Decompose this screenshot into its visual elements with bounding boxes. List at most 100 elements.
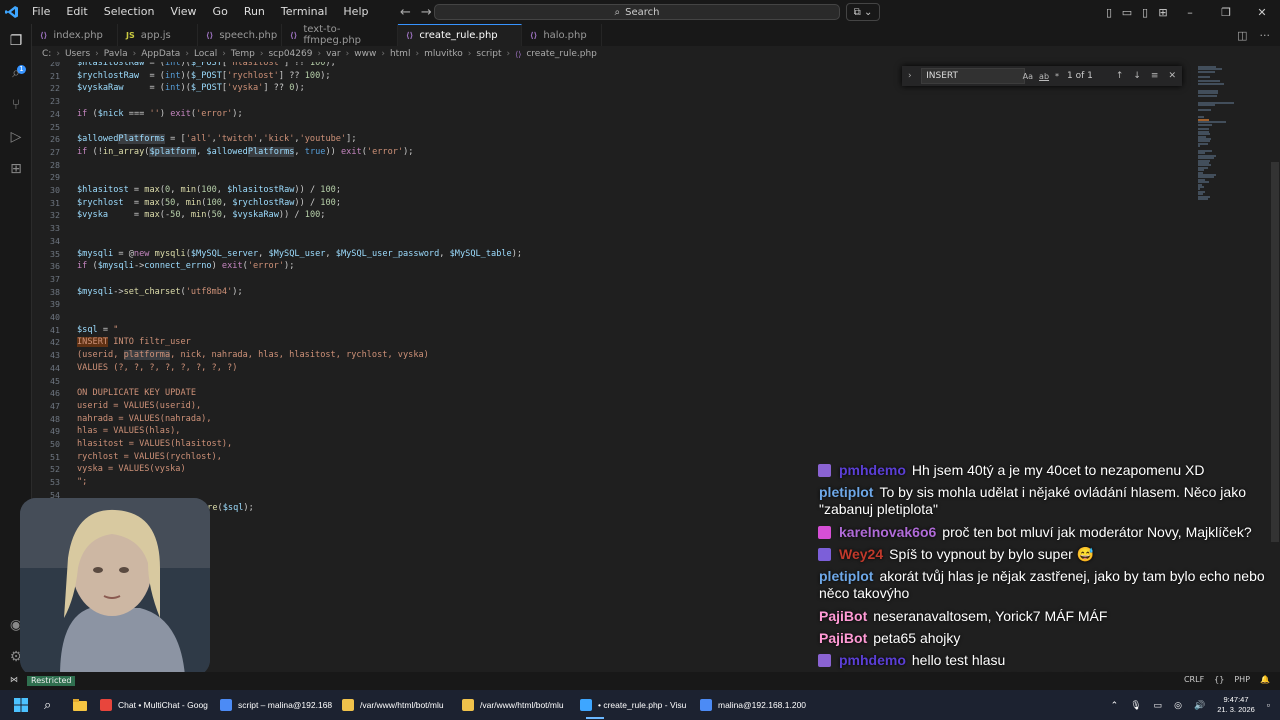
menu-help[interactable]: Help xyxy=(335,0,376,24)
code-line[interactable]: 44 VALUES (?, ?, ?, ?, ?, ?, ?, ?) xyxy=(32,363,932,376)
code-line[interactable]: 52 vyska = VALUES(vyska) xyxy=(32,464,932,477)
menu-selection[interactable]: Selection xyxy=(96,0,163,24)
volume-icon[interactable]: 🔊 xyxy=(1194,700,1205,711)
code-line[interactable]: 20 $hlasitostRaw = (int)($_POST['hlasitos… xyxy=(32,62,932,71)
breadcrumb-item[interactable]: Pavla xyxy=(104,49,128,59)
language-mode[interactable]: PHP xyxy=(1234,675,1250,684)
code-line[interactable]: 41 $sql = " xyxy=(32,325,932,338)
code-line[interactable]: 38 $mysqli->set_charset('utf8mb4'); xyxy=(32,287,932,300)
code-line[interactable]: 34 xyxy=(32,236,932,249)
tab-text-to-ffmpeg-php[interactable]: ⟨⟩ text-to-ffmpeg.php xyxy=(282,24,398,46)
command-center-search[interactable]: ⌕ Search xyxy=(434,4,840,20)
code-line[interactable]: 45 xyxy=(32,376,932,389)
match-whole-word-icon[interactable]: ab xyxy=(1039,72,1049,81)
breadcrumb-item[interactable]: Temp xyxy=(231,49,255,59)
breadcrumb-item[interactable]: html xyxy=(390,49,411,59)
code-line[interactable]: 21 $rychlostRaw = (int)($_POST['rychlost'… xyxy=(32,71,932,84)
microphone-icon[interactable]: 🎙 xyxy=(1130,700,1141,711)
toggle-replace-chevron-icon[interactable]: › xyxy=(908,71,921,81)
code-line[interactable]: 26 $allowedPlatforms = ['all','twitch','k… xyxy=(32,134,932,147)
breadcrumb-item[interactable]: Local xyxy=(194,49,217,59)
find-input[interactable]: INSERT xyxy=(921,68,1025,84)
menu-go[interactable]: Go xyxy=(205,0,236,24)
code-line[interactable]: 28 xyxy=(32,160,932,173)
code-line[interactable]: 32 $vyska = max(-50, min(50, $vyskaRaw)) … xyxy=(32,210,932,223)
copilot-icon[interactable]: ⧉ ⌄ xyxy=(846,3,880,21)
close-icon[interactable]: ✕ xyxy=(1244,6,1280,19)
display-icon[interactable]: ▭ xyxy=(1154,700,1163,711)
code-line[interactable]: 25 xyxy=(32,122,932,135)
menu-file[interactable]: File xyxy=(24,0,58,24)
code-line[interactable]: 31 $rychlost = max(50, min(100, $rychlost… xyxy=(32,198,932,211)
code-line[interactable]: 39 xyxy=(32,299,932,312)
code-line[interactable]: 27 if (!in_array($platform, $allowedPlatf… xyxy=(32,146,932,160)
search-icon[interactable]: ⌕ xyxy=(44,698,58,712)
tab-create-rule-php[interactable]: ⟨⟩ create_rule.php xyxy=(398,24,522,46)
code-line[interactable]: 51 rychlost = VALUES(rychlost), xyxy=(32,452,932,465)
code-line[interactable]: 29 xyxy=(32,172,932,185)
language-braces-icon[interactable]: {} xyxy=(1214,675,1224,684)
code-line[interactable]: 48 nahrada = VALUES(nahrada), xyxy=(32,414,932,427)
run-debug-icon[interactable]: ▷ xyxy=(7,128,25,146)
code-line[interactable]: 40 xyxy=(32,312,932,325)
code-line[interactable]: 35 $mysqli = @new mysqli($MySQL_server, $… xyxy=(32,249,932,262)
next-match-arrow-icon[interactable]: ↓ xyxy=(1133,71,1141,81)
tab-app-js[interactable]: JS app.js xyxy=(118,24,198,46)
extensions-icon[interactable]: ⊞ xyxy=(7,160,25,178)
code-line[interactable]: 50 hlasitost = VALUES(hlasitost), xyxy=(32,439,932,452)
tab-speech-php[interactable]: ⟨⟩ speech.php xyxy=(198,24,282,46)
file-explorer-icon[interactable] xyxy=(73,698,87,712)
breadcrumb-item[interactable]: www xyxy=(354,49,376,59)
code-line[interactable]: 23 xyxy=(32,96,932,109)
restricted-mode-badge[interactable]: Restricted xyxy=(27,676,76,686)
code-line[interactable]: 43 (userid, platforma, nick, nahrada, hla… xyxy=(32,350,932,363)
breadcrumb-item[interactable]: mluvitko xyxy=(424,49,463,59)
code-line[interactable]: 24 if ($nick === '') exit('error'); xyxy=(32,109,932,122)
taskbar-app-button[interactable]: malina@192.168.1.200 xyxy=(700,690,806,720)
explorer-icon[interactable]: ❐ xyxy=(7,32,25,50)
code-line[interactable]: 49 hlas = VALUES(hlas), xyxy=(32,426,932,439)
close-find-icon[interactable]: ✕ xyxy=(1168,71,1176,81)
tab-halo-php[interactable]: ⟨⟩ halo.php xyxy=(522,24,602,46)
search-icon[interactable]: ⌕ xyxy=(7,64,25,82)
previous-match-arrow-icon[interactable]: ↑ xyxy=(1116,71,1124,81)
windows-start-icon[interactable] xyxy=(14,698,28,712)
code-line[interactable]: 22 $vyskaRaw = (int)($_POST['vyska'] ?? 0… xyxy=(32,83,932,96)
menu-view[interactable]: View xyxy=(162,0,204,24)
clock[interactable]: 9:47:47 21. 3. 2026 xyxy=(1217,695,1255,715)
menu-edit[interactable]: Edit xyxy=(58,0,95,24)
breadcrumb-item[interactable]: create_rule.php xyxy=(526,49,597,59)
code-line[interactable]: 53 "; xyxy=(32,477,932,490)
eol-indicator[interactable]: CRLF xyxy=(1184,675,1204,684)
menu-run[interactable]: Run xyxy=(236,0,273,24)
breadcrumb-item[interactable]: Users xyxy=(65,49,90,59)
minimize-icon[interactable]: – xyxy=(1172,6,1208,19)
customize-layout-icon[interactable]: ⊞ xyxy=(1154,6,1172,19)
tab-index-php[interactable]: ⟨⟩ index.php xyxy=(32,24,118,46)
breadcrumb-item[interactable]: script xyxy=(476,49,501,59)
show-hidden-icons-chevron-icon[interactable]: ⌃ xyxy=(1111,700,1119,711)
layout-panel-icon[interactable]: ▭ xyxy=(1118,6,1136,19)
remote-indicator-icon[interactable]: ⋈ xyxy=(10,675,18,684)
forward-arrow-icon[interactable]: → xyxy=(421,5,432,20)
code-line[interactable]: 47 userid = VALUES(userid), xyxy=(32,401,932,414)
taskbar-app-button[interactable]: /var/www/html/bot/mlu xyxy=(462,690,564,720)
maximize-icon[interactable]: ❐ xyxy=(1208,6,1244,19)
back-arrow-icon[interactable]: ← xyxy=(400,5,411,20)
find-in-selection-icon[interactable]: ≡ xyxy=(1151,71,1159,81)
taskbar-app-button[interactable]: /var/www/html/bot/mlu xyxy=(342,690,444,720)
code-line[interactable]: 37 xyxy=(32,274,932,287)
taskbar-app-button[interactable]: script – malina@192.168 xyxy=(220,690,332,720)
breadcrumb-item[interactable]: var xyxy=(326,49,341,59)
code-line[interactable]: 36 if ($mysqli->connect_errno) exit('erro… xyxy=(32,261,932,274)
breadcrumb-item[interactable]: scp04269 xyxy=(268,49,312,59)
layout-secondary-icon[interactable]: ▯ xyxy=(1136,6,1154,19)
code-line[interactable]: 46 ON DUPLICATE KEY UPDATE xyxy=(32,388,932,401)
notifications-bell-icon[interactable]: 🔔 xyxy=(1260,675,1270,684)
network-icon[interactable]: ◎ xyxy=(1174,700,1182,711)
code-line[interactable]: 33 xyxy=(32,223,932,236)
menu-terminal[interactable]: Terminal xyxy=(273,0,336,24)
taskbar-app-button[interactable]: • create_rule.php - Visu xyxy=(580,690,686,720)
more-actions-icon[interactable]: ··· xyxy=(1260,29,1271,42)
taskbar-app-button[interactable]: Chat • MultiChat - Goog xyxy=(100,690,208,720)
